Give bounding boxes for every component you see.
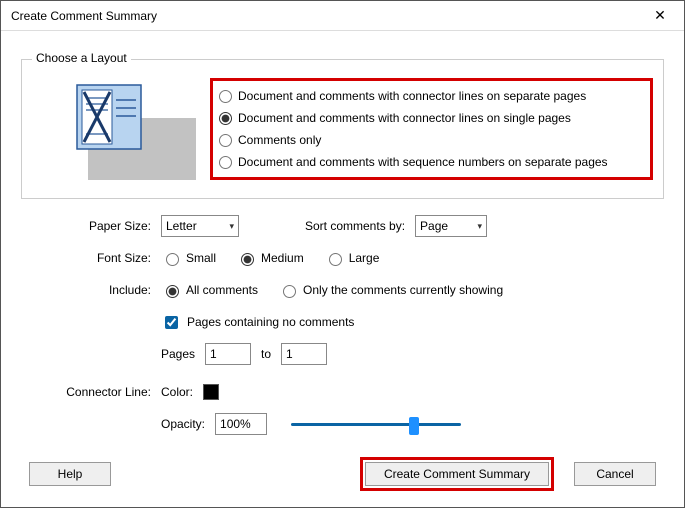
chevron-down-icon: ▾ xyxy=(229,221,234,232)
groupbox-label: Choose a Layout xyxy=(32,51,131,65)
slider-thumb[interactable] xyxy=(409,417,419,435)
sort-select[interactable]: Page ▾ xyxy=(415,215,487,237)
font-size-label: Font Size: xyxy=(21,251,161,265)
row-no-comments: Pages containing no comments xyxy=(21,311,664,333)
radio-label: Document and comments with sequence numb… xyxy=(238,155,608,169)
button-row: Help Create Comment Summary Cancel xyxy=(1,457,684,491)
pages-label: Pages xyxy=(161,347,195,361)
primary-highlight: Create Comment Summary xyxy=(360,457,554,491)
sort-label: Sort comments by: xyxy=(305,219,405,233)
row-paper-size: Paper Size: Letter ▾ Sort comments by: P… xyxy=(21,215,664,237)
row-font-size: Font Size: Small Medium Large xyxy=(21,247,664,269)
radio-input[interactable] xyxy=(219,90,232,103)
radio-input[interactable] xyxy=(166,253,179,266)
close-icon: ✕ xyxy=(654,7,666,24)
layout-option-comments-only[interactable]: Comments only xyxy=(219,133,632,147)
radio-input[interactable] xyxy=(166,285,179,298)
create-summary-button[interactable]: Create Comment Summary xyxy=(365,462,549,486)
row-connector-color: Connector Line: Color: xyxy=(21,381,664,403)
checkbox-label: Pages containing no comments xyxy=(187,315,354,329)
radio-input[interactable] xyxy=(329,253,342,266)
select-value: Letter xyxy=(166,219,197,233)
layout-preview-icon xyxy=(76,84,186,184)
radio-label: Document and comments with connector lin… xyxy=(238,111,571,125)
layout-groupbox: Choose a Layout xyxy=(21,59,664,199)
include-showing[interactable]: Only the comments currently showing xyxy=(278,282,503,298)
slider-track xyxy=(291,423,461,426)
layout-option-single-lines[interactable]: Document and comments with connector lin… xyxy=(219,111,632,125)
radio-input[interactable] xyxy=(283,285,296,298)
opacity-slider[interactable] xyxy=(291,413,461,435)
include-label: Include: xyxy=(21,283,161,297)
layout-option-separate-lines[interactable]: Document and comments with connector lin… xyxy=(219,89,632,103)
checkbox-input[interactable] xyxy=(165,316,178,329)
row-include: Include: All comments Only the comments … xyxy=(21,279,664,301)
radio-label: Small xyxy=(186,251,216,265)
radio-input[interactable] xyxy=(219,156,232,169)
form-area: Paper Size: Letter ▾ Sort comments by: P… xyxy=(21,215,664,435)
paper-size-label: Paper Size: xyxy=(21,219,161,233)
cancel-button[interactable]: Cancel xyxy=(574,462,656,486)
font-large[interactable]: Large xyxy=(324,250,380,266)
chevron-down-icon: ▾ xyxy=(478,221,483,232)
include-all[interactable]: All comments xyxy=(161,282,258,298)
radio-label: All comments xyxy=(186,283,258,297)
connector-label: Connector Line: xyxy=(21,385,161,399)
row-opacity: Opacity: xyxy=(21,413,664,435)
layout-options-highlight: Document and comments with connector lin… xyxy=(210,78,653,180)
check-no-comments[interactable]: Pages containing no comments xyxy=(161,313,354,332)
color-label: Color: xyxy=(161,385,193,399)
font-medium[interactable]: Medium xyxy=(236,250,304,266)
page-from-input[interactable] xyxy=(205,343,251,365)
page-to-input[interactable] xyxy=(281,343,327,365)
close-button[interactable]: ✕ xyxy=(638,2,682,30)
dialog-content: Choose a Layout xyxy=(1,31,684,455)
sort-wrap: Sort comments by: Page ▾ xyxy=(305,215,487,237)
radio-input[interactable] xyxy=(219,112,232,125)
dialog-window: Create Comment Summary ✕ Choose a Layout xyxy=(0,0,685,508)
radio-input[interactable] xyxy=(219,134,232,147)
radio-label: Large xyxy=(349,251,380,265)
dialog-title: Create Comment Summary xyxy=(11,9,157,23)
help-button[interactable]: Help xyxy=(29,462,111,486)
layout-option-sequence-numbers[interactable]: Document and comments with sequence numb… xyxy=(219,155,632,169)
radio-label: Only the comments currently showing xyxy=(303,283,503,297)
to-label: to xyxy=(261,347,271,361)
color-swatch[interactable] xyxy=(203,384,219,400)
layout-row: Document and comments with connector lin… xyxy=(32,78,653,184)
radio-input[interactable] xyxy=(241,253,254,266)
font-small[interactable]: Small xyxy=(161,250,216,266)
opacity-label: Opacity: xyxy=(161,417,205,431)
row-pages: Pages to xyxy=(21,343,664,365)
document-icon xyxy=(76,84,142,150)
radio-label: Document and comments with connector lin… xyxy=(238,89,586,103)
select-value: Page xyxy=(420,219,448,233)
opacity-input[interactable] xyxy=(215,413,267,435)
radio-label: Medium xyxy=(261,251,304,265)
titlebar: Create Comment Summary ✕ xyxy=(1,1,684,31)
paper-size-select[interactable]: Letter ▾ xyxy=(161,215,239,237)
radio-label: Comments only xyxy=(238,133,321,147)
